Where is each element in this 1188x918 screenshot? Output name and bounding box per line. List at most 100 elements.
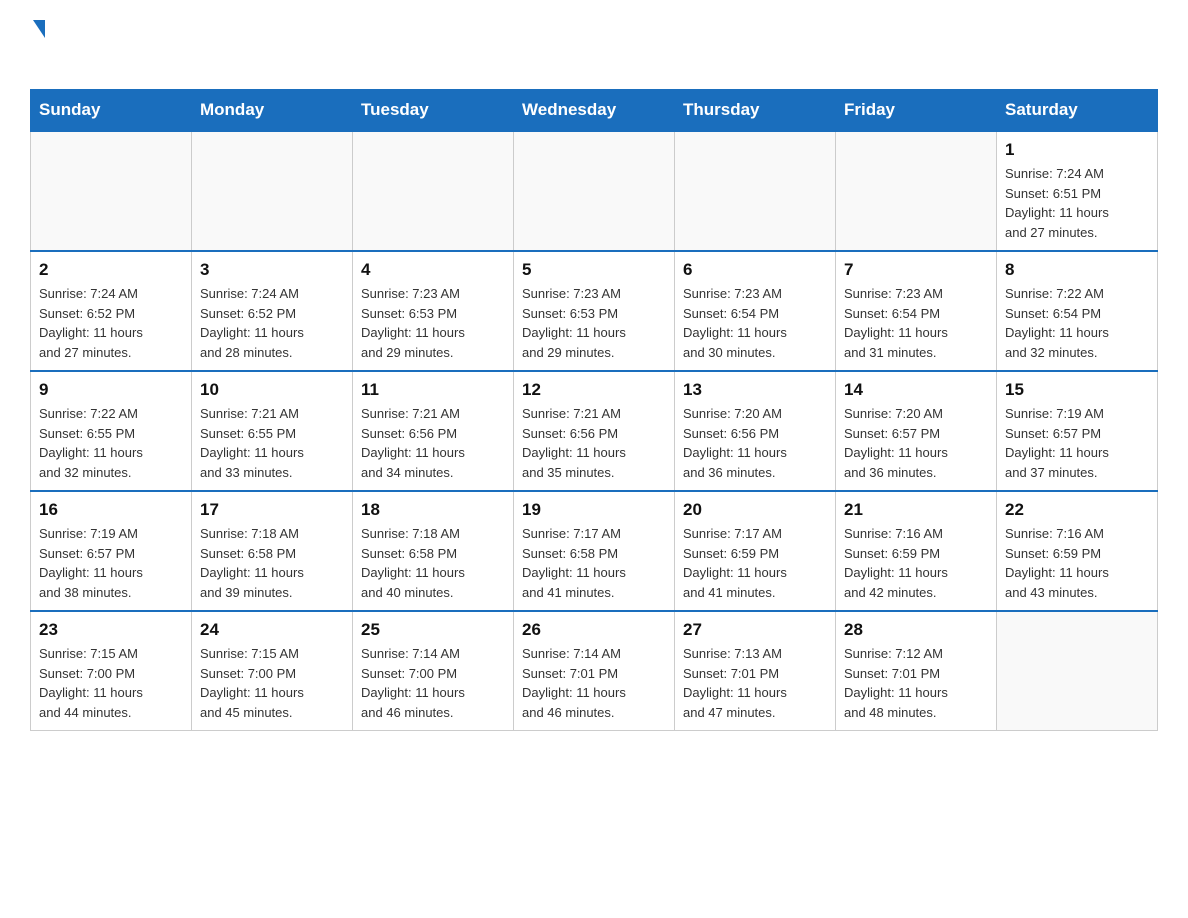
day-number: 19 <box>522 500 666 520</box>
col-thursday: Thursday <box>675 90 836 132</box>
day-info: Sunrise: 7:12 AM Sunset: 7:01 PM Dayligh… <box>844 644 988 722</box>
day-number: 28 <box>844 620 988 640</box>
day-number: 24 <box>200 620 344 640</box>
logo <box>30 20 45 71</box>
day-number: 4 <box>361 260 505 280</box>
day-number: 3 <box>200 260 344 280</box>
day-info: Sunrise: 7:17 AM Sunset: 6:59 PM Dayligh… <box>683 524 827 602</box>
calendar-cell: 27Sunrise: 7:13 AM Sunset: 7:01 PM Dayli… <box>675 611 836 731</box>
calendar-cell: 12 Sunrise: 7:21 AM Sunset: 6:56 PM Dayli… <box>514 371 675 491</box>
day-info: Sunrise: 7:23 AM Sunset: 6:53 PM Dayligh… <box>361 284 505 362</box>
day-number: 5 <box>522 260 666 280</box>
calendar-cell <box>836 131 997 251</box>
day-info: Sunrise: 7:21 AM Sunset: 6:56 PM Dayligh… <box>361 404 505 482</box>
day-info: Sunrise: 7:21 AM Sunset: 6:55 PM Dayligh… <box>200 404 344 482</box>
calendar-cell: 17 Sunrise: 7:18 AM Sunset: 6:58 PM Dayli… <box>192 491 353 611</box>
day-number: 12 <box>522 380 666 400</box>
day-info: Sunrise: 7:14 AM Sunset: 7:00 PM Dayligh… <box>361 644 505 722</box>
calendar-cell <box>31 131 192 251</box>
day-number: 16 <box>39 500 183 520</box>
day-info: Sunrise: 7:20 AM Sunset: 6:57 PM Dayligh… <box>844 404 988 482</box>
day-info: Sunrise: 7:15 AM Sunset: 7:00 PM Dayligh… <box>39 644 183 722</box>
day-number: 11 <box>361 380 505 400</box>
calendar-cell: 21 Sunrise: 7:16 AM Sunset: 6:59 PM Dayli… <box>836 491 997 611</box>
col-tuesday: Tuesday <box>353 90 514 132</box>
logo-triangle-icon <box>33 20 45 38</box>
day-number: 2 <box>39 260 183 280</box>
col-wednesday: Wednesday <box>514 90 675 132</box>
day-info: Sunrise: 7:24 AM Sunset: 6:52 PM Dayligh… <box>39 284 183 362</box>
calendar-cell <box>353 131 514 251</box>
day-info: Sunrise: 7:17 AM Sunset: 6:58 PM Dayligh… <box>522 524 666 602</box>
day-number: 22 <box>1005 500 1149 520</box>
calendar-cell: 9 Sunrise: 7:22 AM Sunset: 6:55 PM Daylig… <box>31 371 192 491</box>
calendar-cell <box>997 611 1158 731</box>
day-number: 9 <box>39 380 183 400</box>
calendar-cell: 19 Sunrise: 7:17 AM Sunset: 6:58 PM Dayli… <box>514 491 675 611</box>
day-info: Sunrise: 7:16 AM Sunset: 6:59 PM Dayligh… <box>1005 524 1149 602</box>
calendar-cell: 1 Sunrise: 7:24 AM Sunset: 6:51 PM Daylig… <box>997 131 1158 251</box>
calendar-cell: 14 Sunrise: 7:20 AM Sunset: 6:57 PM Dayli… <box>836 371 997 491</box>
day-number: 18 <box>361 500 505 520</box>
col-friday: Friday <box>836 90 997 132</box>
calendar-week-5: 23 Sunrise: 7:15 AM Sunset: 7:00 PM Dayli… <box>31 611 1158 731</box>
day-info: Sunrise: 7:19 AM Sunset: 6:57 PM Dayligh… <box>1005 404 1149 482</box>
day-info: Sunrise: 7:24 AM Sunset: 6:52 PM Dayligh… <box>200 284 344 362</box>
logo-row2 <box>30 40 32 71</box>
calendar-cell: 2 Sunrise: 7:24 AM Sunset: 6:52 PM Daylig… <box>31 251 192 371</box>
calendar-cell <box>514 131 675 251</box>
calendar-cell: 4 Sunrise: 7:23 AM Sunset: 6:53 PM Daylig… <box>353 251 514 371</box>
day-number: 17 <box>200 500 344 520</box>
day-info: Sunrise: 7:23 AM Sunset: 6:54 PM Dayligh… <box>844 284 988 362</box>
day-number: 1 <box>1005 140 1149 160</box>
day-number: 7 <box>844 260 988 280</box>
day-number: 10 <box>200 380 344 400</box>
day-info: Sunrise: 7:21 AM Sunset: 6:56 PM Dayligh… <box>522 404 666 482</box>
day-info: Sunrise: 7:24 AM Sunset: 6:51 PM Dayligh… <box>1005 164 1149 242</box>
day-number: 21 <box>844 500 988 520</box>
day-number: 23 <box>39 620 183 640</box>
day-info: Sunrise: 7:15 AM Sunset: 7:00 PM Dayligh… <box>200 644 344 722</box>
day-number: 15 <box>1005 380 1149 400</box>
calendar-cell: 23 Sunrise: 7:15 AM Sunset: 7:00 PM Dayli… <box>31 611 192 731</box>
calendar-cell: 22 Sunrise: 7:16 AM Sunset: 6:59 PM Dayli… <box>997 491 1158 611</box>
day-info: Sunrise: 7:22 AM Sunset: 6:55 PM Dayligh… <box>39 404 183 482</box>
calendar-cell: 11 Sunrise: 7:21 AM Sunset: 6:56 PM Dayli… <box>353 371 514 491</box>
calendar-week-4: 16 Sunrise: 7:19 AM Sunset: 6:57 PM Dayli… <box>31 491 1158 611</box>
col-sunday: Sunday <box>31 90 192 132</box>
calendar-cell: 18 Sunrise: 7:18 AM Sunset: 6:58 PM Dayli… <box>353 491 514 611</box>
day-info: Sunrise: 7:22 AM Sunset: 6:54 PM Dayligh… <box>1005 284 1149 362</box>
calendar-cell: 7 Sunrise: 7:23 AM Sunset: 6:54 PM Daylig… <box>836 251 997 371</box>
day-number: 27 <box>683 620 827 640</box>
day-number: 6 <box>683 260 827 280</box>
calendar-header-row: Sunday Monday Tuesday Wednesday Thursday… <box>31 90 1158 132</box>
calendar-cell: 10 Sunrise: 7:21 AM Sunset: 6:55 PM Dayli… <box>192 371 353 491</box>
day-number: 25 <box>361 620 505 640</box>
calendar-cell <box>192 131 353 251</box>
calendar-cell: 25 Sunrise: 7:14 AM Sunset: 7:00 PM Dayli… <box>353 611 514 731</box>
day-number: 8 <box>1005 260 1149 280</box>
day-info: Sunrise: 7:18 AM Sunset: 6:58 PM Dayligh… <box>361 524 505 602</box>
calendar-cell: 26 Sunrise: 7:14 AM Sunset: 7:01 PM Dayli… <box>514 611 675 731</box>
day-number: 14 <box>844 380 988 400</box>
page-header <box>30 20 1158 71</box>
day-info: Sunrise: 7:23 AM Sunset: 6:54 PM Dayligh… <box>683 284 827 362</box>
col-monday: Monday <box>192 90 353 132</box>
logo-row1 <box>30 20 45 40</box>
calendar-table: Sunday Monday Tuesday Wednesday Thursday… <box>30 89 1158 731</box>
calendar-cell: 16 Sunrise: 7:19 AM Sunset: 6:57 PM Dayli… <box>31 491 192 611</box>
day-number: 20 <box>683 500 827 520</box>
calendar-cell: 15 Sunrise: 7:19 AM Sunset: 6:57 PM Dayli… <box>997 371 1158 491</box>
col-saturday: Saturday <box>997 90 1158 132</box>
day-info: Sunrise: 7:14 AM Sunset: 7:01 PM Dayligh… <box>522 644 666 722</box>
day-info: Sunrise: 7:19 AM Sunset: 6:57 PM Dayligh… <box>39 524 183 602</box>
day-info: Sunrise: 7:18 AM Sunset: 6:58 PM Dayligh… <box>200 524 344 602</box>
calendar-cell: 20 Sunrise: 7:17 AM Sunset: 6:59 PM Dayli… <box>675 491 836 611</box>
day-info: Sunrise: 7:16 AM Sunset: 6:59 PM Dayligh… <box>844 524 988 602</box>
calendar-cell: 8 Sunrise: 7:22 AM Sunset: 6:54 PM Daylig… <box>997 251 1158 371</box>
day-number: 26 <box>522 620 666 640</box>
calendar-cell: 3 Sunrise: 7:24 AM Sunset: 6:52 PM Daylig… <box>192 251 353 371</box>
calendar-cell: 5 Sunrise: 7:23 AM Sunset: 6:53 PM Daylig… <box>514 251 675 371</box>
day-info: Sunrise: 7:23 AM Sunset: 6:53 PM Dayligh… <box>522 284 666 362</box>
calendar-week-2: 2 Sunrise: 7:24 AM Sunset: 6:52 PM Daylig… <box>31 251 1158 371</box>
